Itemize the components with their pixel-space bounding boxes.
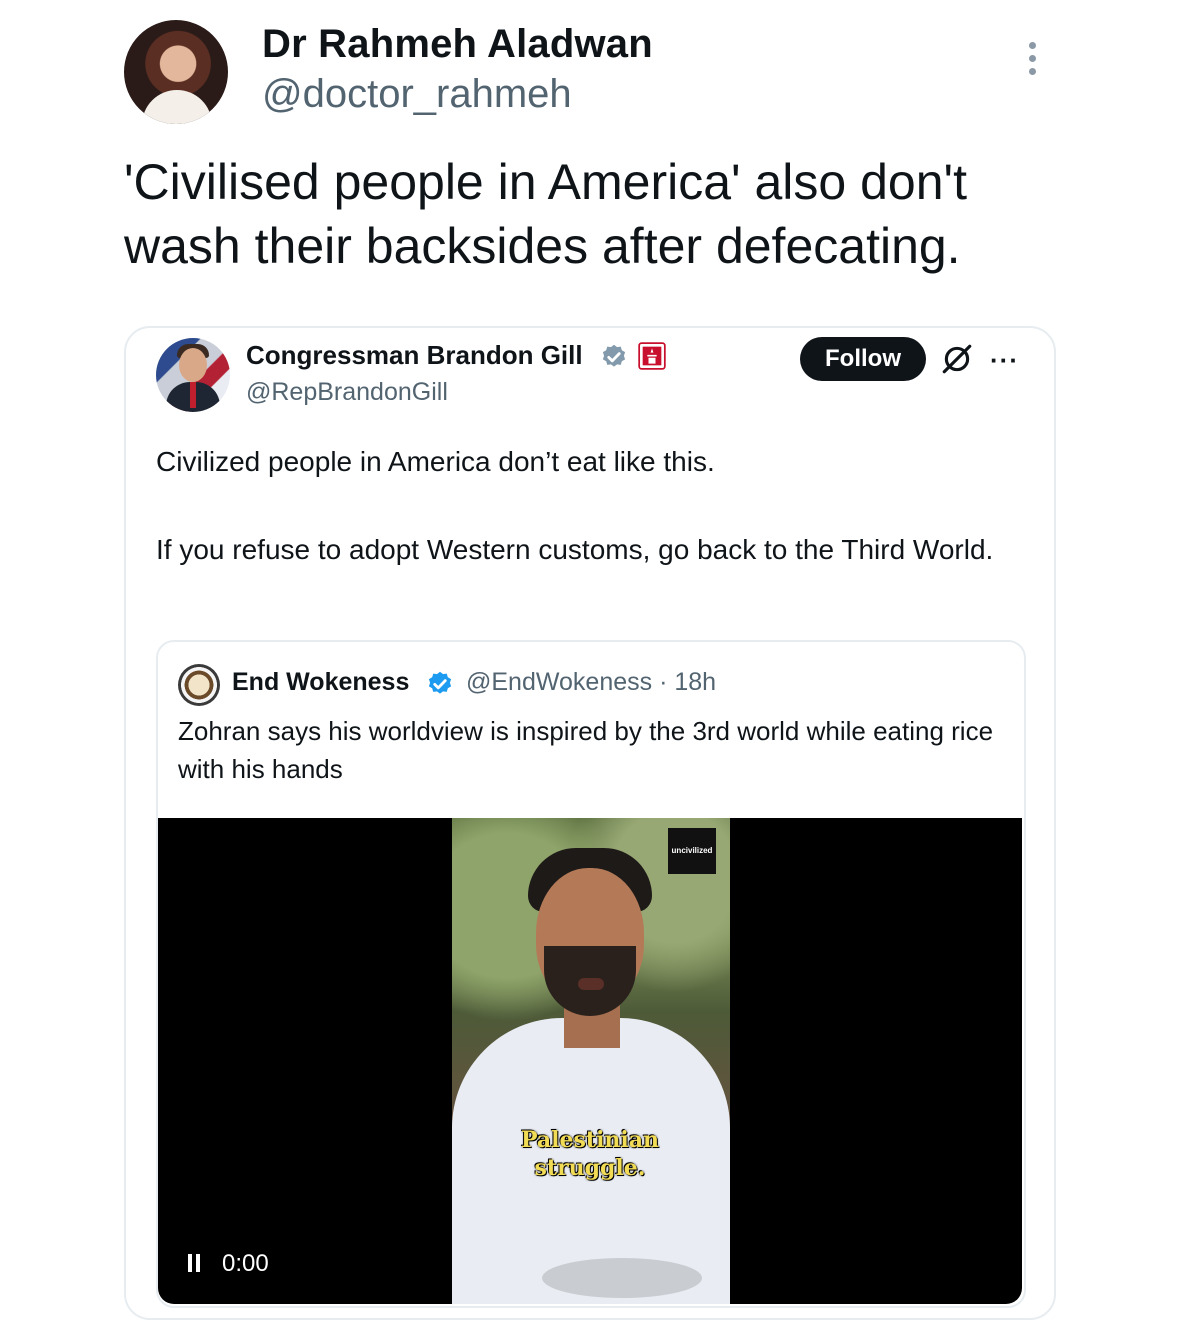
grok-icon[interactable] — [940, 342, 974, 376]
video-caption: Palestinian struggle. — [520, 1127, 660, 1181]
author-name[interactable]: Dr Rahmeh Aladwan — [262, 22, 653, 67]
nested-author-handle-time[interactable]: @EndWokeness · 18h — [466, 668, 716, 697]
video-frame[interactable] — [452, 818, 730, 1304]
verified-grey-icon — [602, 344, 626, 367]
quoted-tweet-text-2: If you refuse to adopt Western customs, … — [156, 534, 994, 565]
author-handle[interactable]: @doctor_rahmeh — [262, 72, 572, 117]
quoted-author-name[interactable]: Congressman Brandon Gill — [246, 340, 583, 371]
quoted-tweet-text-1: Civilized people in America don’t eat li… — [156, 446, 715, 477]
nested-author-name[interactable]: End Wokeness — [232, 668, 409, 697]
quoted-author-avatar[interactable] — [156, 338, 230, 412]
more-vertical-icon[interactable] — [1028, 42, 1038, 82]
author-avatar[interactable] — [124, 20, 228, 124]
video-timestamp: 0:00 — [222, 1250, 269, 1277]
video-watermark: uncivilized — [668, 828, 716, 874]
nested-tweet-text: Zohran says his worldview is inspired by… — [178, 716, 994, 784]
quoted-author-handle[interactable]: @RepBrandonGill — [246, 378, 448, 407]
verified-blue-icon — [428, 671, 452, 694]
pause-icon[interactable] — [188, 1254, 204, 1274]
follow-button[interactable]: Follow — [800, 337, 926, 381]
nested-author-avatar[interactable] — [178, 664, 220, 706]
tweet-text: 'Civilised people in America' also don't… — [124, 154, 967, 274]
more-horizontal-icon[interactable]: ··· — [990, 345, 1019, 376]
flag-icon — [638, 342, 666, 370]
